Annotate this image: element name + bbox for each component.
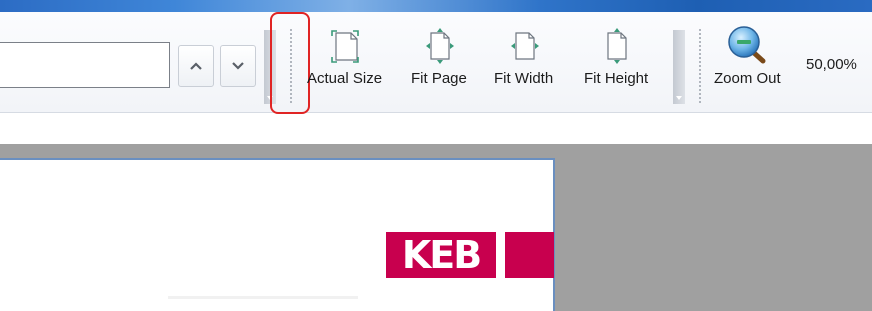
chevron-down-icon	[232, 62, 244, 70]
fit-page-label: Fit Page	[411, 70, 467, 87]
fit-width-icon	[510, 32, 539, 60]
fit-height-icon	[607, 28, 627, 64]
actual-size-icon	[330, 30, 359, 63]
zoom-group-end	[673, 30, 685, 104]
toolbar-spacer	[0, 113, 872, 144]
fit-page-button[interactable]: Fit Page	[411, 28, 467, 88]
zoom-level-display[interactable]: 50,00%	[806, 56, 857, 73]
next-result-button[interactable]	[220, 45, 256, 87]
annotation-highlight	[270, 12, 310, 114]
fit-height-label: Fit Height	[584, 70, 649, 87]
chevron-up-icon	[190, 62, 202, 70]
logo-color-bar	[505, 232, 554, 278]
actual-size-button[interactable]: Actual Size	[307, 28, 382, 88]
group-launcher-icon[interactable]	[675, 94, 683, 102]
window-titlebar	[0, 0, 872, 12]
toolbar-separator	[699, 28, 701, 104]
search-input[interactable]	[0, 42, 170, 88]
zoom-out-icon	[728, 26, 766, 64]
fit-width-button[interactable]: Fit Width	[494, 28, 553, 88]
page-content-shade	[168, 296, 358, 299]
fit-width-label: Fit Width	[494, 70, 554, 87]
fit-page-icon	[425, 28, 454, 64]
zoom-out-label: Zoom Out	[714, 70, 781, 87]
actual-size-label: Actual Size	[307, 70, 383, 87]
zoom-out-button[interactable]: Zoom Out	[714, 26, 781, 88]
keb-logo: KEB	[386, 232, 496, 278]
previous-result-button[interactable]	[178, 45, 214, 87]
fit-height-button[interactable]: Fit Height	[584, 28, 648, 88]
